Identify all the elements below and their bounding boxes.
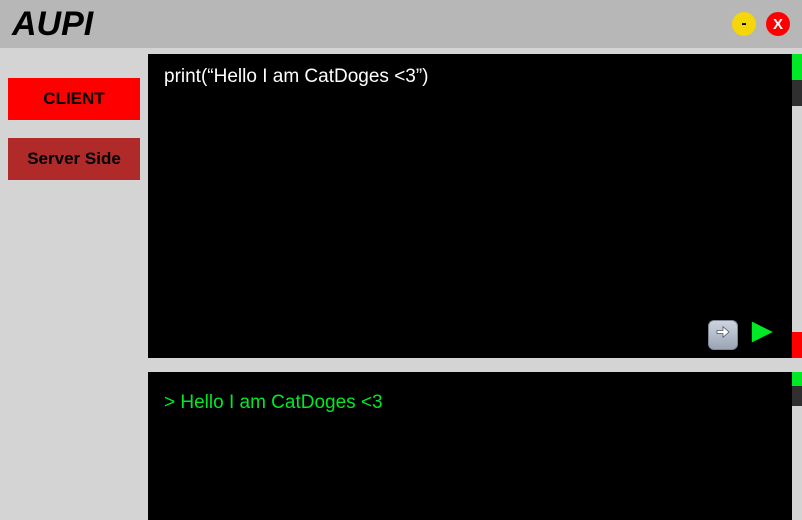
output-panel: > Hello I am CatDoges <3: [148, 372, 802, 520]
step-button[interactable]: [708, 320, 738, 350]
play-icon: [746, 318, 774, 352]
marker-green[interactable]: [792, 54, 802, 80]
main-area: CLIENT Server Side print(“Hello I am Cat…: [0, 48, 802, 520]
marker-green[interactable]: [792, 372, 802, 386]
close-icon: X: [773, 16, 783, 33]
client-button-label: CLIENT: [43, 89, 104, 109]
output-markers: [792, 372, 802, 520]
marker-red[interactable]: [792, 332, 802, 358]
titlebar: AUPI - X: [0, 0, 802, 48]
minimize-button[interactable]: -: [732, 12, 756, 36]
window-controls: - X: [732, 12, 790, 36]
editor-actions: [708, 318, 774, 352]
output-line: > Hello I am CatDoges <3: [164, 392, 776, 414]
code-line: print(“Hello I am CatDoges <3”): [164, 66, 776, 88]
close-button[interactable]: X: [766, 12, 790, 36]
editor-markers: [792, 54, 802, 358]
client-button[interactable]: CLIENT: [8, 78, 140, 120]
server-side-button[interactable]: Server Side: [8, 138, 140, 180]
minimize-icon: -: [741, 15, 746, 33]
marker-dark[interactable]: [792, 386, 802, 406]
marker-dark[interactable]: [792, 80, 802, 106]
marker-spacer: [792, 406, 802, 520]
sidebar: CLIENT Server Side: [0, 48, 148, 520]
run-button[interactable]: [746, 318, 774, 352]
output-console[interactable]: > Hello I am CatDoges <3: [148, 372, 792, 520]
code-editor[interactable]: print(“Hello I am CatDoges <3”): [148, 54, 792, 358]
server-side-button-label: Server Side: [27, 149, 121, 169]
editor-panel: print(“Hello I am CatDoges <3”): [148, 54, 802, 358]
content-area: print(“Hello I am CatDoges <3”): [148, 48, 802, 520]
marker-spacer: [792, 106, 802, 332]
app-title: AUPI: [12, 5, 93, 44]
arrow-right-icon: [714, 323, 732, 347]
